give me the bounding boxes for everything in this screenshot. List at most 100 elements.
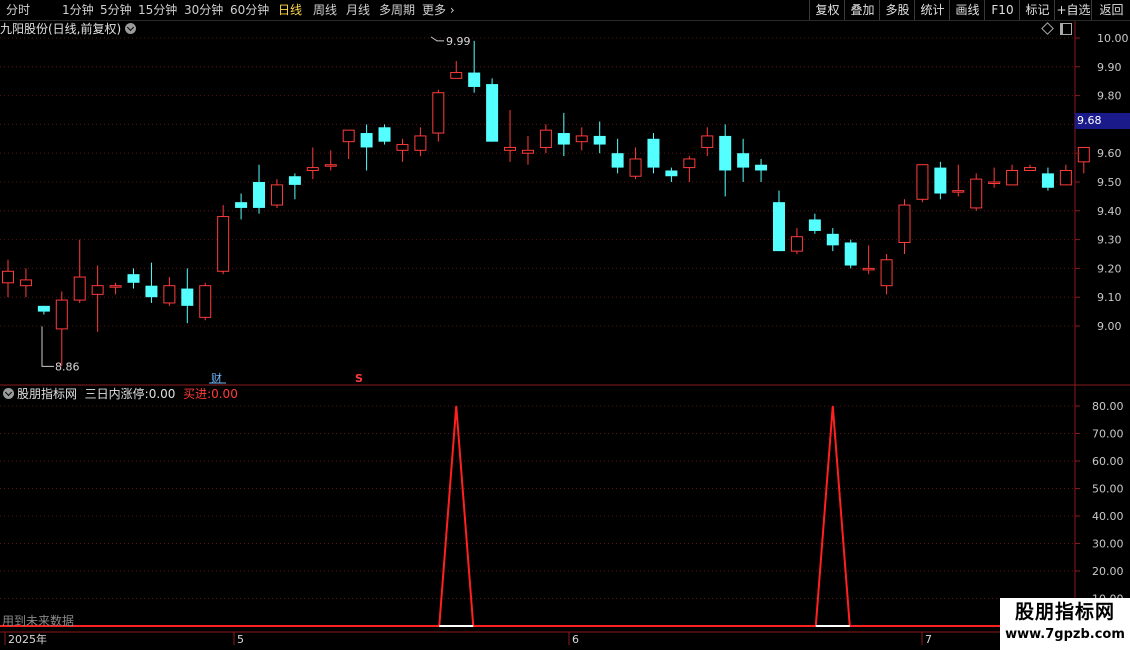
candle-body: [342, 129, 355, 143]
candlestick-series: [2, 40, 1090, 367]
watermark-cn: 股朋指标网: [1014, 601, 1115, 623]
candle-body: [934, 167, 947, 194]
period-tab-9[interactable]: 多周期: [379, 0, 415, 20]
date-label: 5: [237, 633, 244, 646]
candle-body: [737, 153, 750, 168]
high-label: 9.99: [446, 35, 471, 48]
price-tick-label: 9.90: [1097, 61, 1122, 74]
candle-body: [468, 72, 481, 87]
toolbar-button-3[interactable]: 统计: [914, 0, 950, 20]
indicator-field2-value: 0.00: [211, 387, 238, 401]
candle-body: [199, 285, 212, 318]
candle-body: [504, 146, 517, 151]
period-tab-2[interactable]: 5分钟: [100, 0, 132, 20]
price-axis-ticks: 10.009.909.809.709.609.509.409.309.209.1…: [1075, 32, 1129, 333]
period-tab-7[interactable]: 周线: [313, 0, 337, 20]
indicator-tick-label: 30.00: [1092, 538, 1124, 551]
period-tab-6[interactable]: 日线: [278, 0, 302, 20]
candle-body: [916, 164, 929, 200]
indicator-tick-label: 20.00: [1092, 565, 1124, 578]
toolbar-button-8[interactable]: 返回: [1091, 0, 1130, 20]
candle-body: [790, 236, 803, 252]
period-tab-8[interactable]: 月线: [346, 0, 370, 20]
event-marker-s: S: [355, 372, 363, 385]
chevron-down-icon[interactable]: [3, 388, 14, 399]
indicator-field2-label: 买进:: [183, 387, 212, 401]
indicator-title-row: 股朋指标网 三日内涨停:0.00 买进:0.00: [0, 386, 238, 402]
candle-body: [73, 276, 86, 301]
kline-chart[interactable]: 10.009.909.809.709.609.509.409.309.209.1…: [0, 0, 1130, 650]
period-tab-3[interactable]: 15分钟: [138, 0, 177, 20]
indicator-tick-label: 40.00: [1092, 510, 1124, 523]
candle-body: [378, 127, 391, 142]
candle-body: [701, 135, 714, 148]
indicator-tick-label: 50.00: [1092, 483, 1124, 496]
candle-body: [270, 184, 283, 206]
low-pointer: [41, 326, 54, 367]
candle-body: [1006, 169, 1019, 186]
period-tab-4[interactable]: 30分钟: [184, 0, 223, 20]
candle-body: [862, 267, 875, 271]
candle-body: [629, 158, 642, 177]
period-tab-0[interactable]: 分时: [6, 0, 30, 20]
stock-title-row: 九阳股份(日线,前复权): [0, 20, 137, 38]
candle-body: [719, 135, 732, 171]
site-watermark: 股朋指标网 www.7gpzb.com: [1000, 598, 1130, 650]
candle-body: [55, 299, 68, 330]
toolbar-button-5[interactable]: F10: [984, 0, 1020, 20]
candle-body: [414, 135, 427, 151]
candle-body: [952, 190, 965, 193]
price-tick-label: 9.10: [1097, 291, 1122, 304]
candle-body: [1059, 169, 1072, 186]
period-tab-5[interactable]: 60分钟: [230, 0, 269, 20]
candle-body: [253, 182, 266, 208]
candle-body: [1077, 146, 1090, 163]
indicator-series: [0, 405, 1075, 627]
period-tab-10[interactable]: 更多 ›: [422, 0, 455, 20]
indicator-name[interactable]: 股朋指标网: [17, 387, 77, 401]
chevron-down-icon[interactable]: [125, 23, 137, 34]
indicator-tick-label: 60.00: [1092, 455, 1124, 468]
candle-body: [557, 133, 570, 145]
window-icon[interactable]: [1060, 23, 1072, 35]
toolbar-button-7[interactable]: +自选: [1054, 0, 1092, 20]
toolbar-button-2[interactable]: 多股: [879, 0, 915, 20]
low-label: 8.86: [55, 360, 80, 373]
candle-body: [898, 204, 911, 243]
candle-body: [970, 178, 983, 209]
period-toolbar: 分时 1分钟 5分钟 15分钟 30分钟 60分钟 日线 周线 月线 多周期 更多 › 复权 叠加 多股统…: [0, 0, 1130, 21]
candle-body: [2, 270, 14, 284]
price-tick-label: 9.60: [1097, 147, 1122, 160]
candle-body: [521, 149, 534, 154]
candle-body: [844, 242, 857, 266]
indicator-tick-label: 80.00: [1092, 400, 1124, 413]
grid-lines: [0, 37, 1075, 599]
candle-body: [360, 133, 373, 148]
candle-body: [772, 202, 785, 252]
candle-body: [181, 288, 194, 306]
toolbar-button-0[interactable]: 复权: [809, 0, 845, 20]
candle-body: [486, 84, 499, 142]
toolbar-button-1[interactable]: 叠加: [844, 0, 880, 20]
candle-body: [808, 219, 821, 231]
toolbar-button-6[interactable]: 标记: [1019, 0, 1055, 20]
candle-body: [217, 216, 230, 272]
candle-body: [1041, 173, 1054, 188]
candle-body: [432, 92, 445, 134]
current-price-flag: 9.68: [1075, 113, 1130, 129]
candle-body: [539, 129, 552, 148]
extreme-labels: 9.998.86财 S: [41, 35, 471, 385]
date-axis-labels: 2025年 5 6 7: [4, 632, 932, 646]
candle-body: [37, 305, 50, 312]
candle-body: [683, 158, 696, 169]
price-tick-label: 9.80: [1097, 90, 1122, 103]
candle-body: [575, 135, 588, 143]
candle-body: [91, 285, 104, 295]
candle-body: [306, 167, 319, 171]
date-label: 6: [572, 633, 579, 646]
toolbar-button-4[interactable]: 画线: [949, 0, 985, 20]
period-tab-1[interactable]: 1分钟: [62, 0, 94, 20]
candle-body: [127, 274, 140, 283]
candle-body: [324, 164, 337, 167]
date-label: 7: [925, 633, 932, 646]
